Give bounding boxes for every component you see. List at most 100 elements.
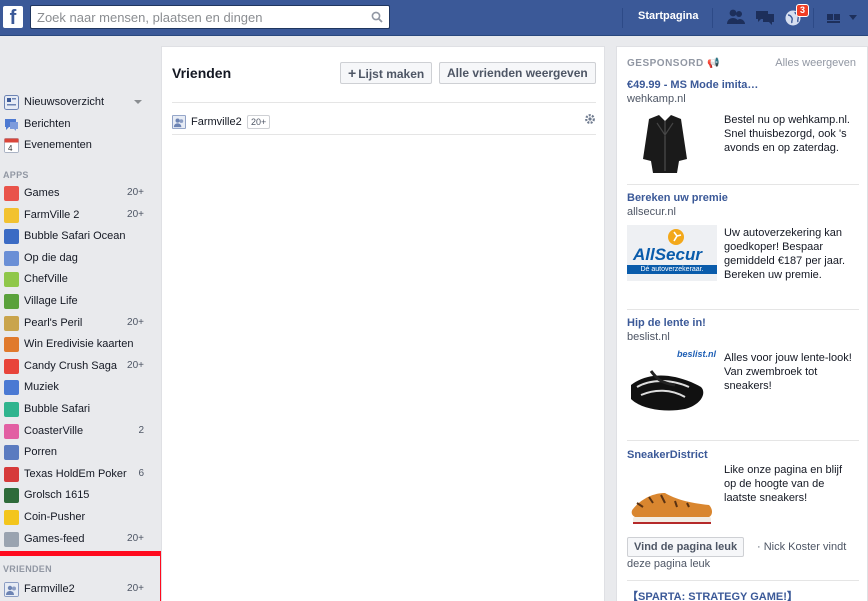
sidebar-app-item[interactable]: Porren [0,443,152,463]
app-icon [4,402,19,417]
view-all-friends-button[interactable]: Alle vrienden weergeven [439,62,596,84]
sidebar-app-item[interactable]: FarmVille 2 20+ [0,206,152,226]
ad-allsecur[interactable]: Bereken uw premie allsecur.nl AllSecur D… [627,192,859,281]
sidebar-item-label: Village Life [24,295,78,307]
ad-sneakerdistrict[interactable]: SneakerDistrict Like onze pagina en blij… [627,449,859,570]
sidebar-item-count: 6 [138,468,144,479]
topbar-divider [813,8,814,28]
ad-text: Alles voor jouw lente-look! Van zwembroe… [724,352,852,392]
sidebar-app-item[interactable]: ChefVille [0,270,152,290]
sidebar-item-label: Pearl's Peril [24,317,83,329]
sidebar-app-item[interactable]: Candy Crush Saga 20+ [0,357,152,377]
sidebar-item-label: Muziek [24,381,59,393]
sidebar-item-label: Games-feed [24,533,85,545]
ad-title[interactable]: 【SPARTA: STRATEGY GAME!】 [627,588,859,601]
friend-requests-icon[interactable] [726,8,746,26]
chevron-down-icon[interactable] [134,100,142,104]
ad-title[interactable]: SneakerDistrict [627,449,859,461]
search-icon[interactable] [371,11,383,23]
app-icon [4,424,19,439]
news-feed-icon [4,95,19,110]
sidebar-item-label: FarmVille 2 [24,209,80,221]
search-box[interactable] [30,5,390,29]
list-divider [172,134,596,135]
sidebar-app-item[interactable]: Coin-Pusher [0,508,152,528]
allsecur-logo-image[interactable]: AllSecur Dé autoverzekeraar. [627,225,717,281]
highlight-box [0,551,165,601]
ad-domain: beslist.nl [627,331,670,343]
runner-icon [668,229,684,245]
sidebar-item-count: 20+ [127,533,144,544]
megaphone-icon: 📢 [706,58,720,69]
top-bar: f Startpagina 3 [0,0,868,36]
sidebar-item-count: 20+ [127,360,144,371]
sidebar-item-label: Texas HoldEm Poker [24,468,127,480]
settings-caret-icon[interactable] [847,8,859,26]
sidebar-app-item[interactable]: Win Eredivisie kaarten [0,335,152,355]
ad-separator [627,440,859,441]
app-icon [4,208,19,223]
sponsored-column: GESPONSORD 📢 Alles weergeven €49.99 - MS… [616,46,868,601]
sidebar-app-item[interactable]: Grolsch 1615 [0,486,152,506]
friends-panel: Vrienden + Lijst maken Alle vrienden weer… [161,46,605,601]
allsecur-logo-text: AllSecur [633,245,702,264]
ad-title[interactable]: €49.99 - MS Mode imita… [627,79,859,91]
app-icon [4,186,19,201]
home-link[interactable]: Startpagina [638,10,699,22]
ad-domain: allsecur.nl [627,206,676,218]
app-icon [4,359,19,374]
facebook-logo[interactable]: f [3,6,23,29]
privacy-shortcuts-icon[interactable] [825,8,845,26]
ad-text: Like onze pagina en blijf op de hoogte v… [724,464,843,504]
sidebar-app-item[interactable]: Pearl's Peril 20+ [0,314,152,334]
sidebar-item-events[interactable]: 4 Evenementen [0,136,152,156]
sidebar-item-label: Grolsch 1615 [24,489,90,501]
sidebar-app-item[interactable]: Texas HoldEm Poker 6 [0,465,152,485]
sidebar-item-label: Evenementen [24,139,92,151]
sidebar-app-item[interactable]: Bubble Safari Ocean [0,227,152,247]
view-all-ads-link[interactable]: Alles weergeven [775,57,856,69]
topbar-divider [712,8,713,28]
notification-count-badge: 3 [796,4,810,17]
create-list-button[interactable]: + Lijst maken [340,62,433,84]
sneaker-image[interactable] [627,473,717,533]
messages-jewel-icon[interactable] [755,8,775,26]
sidebar-item-messages[interactable]: Berichten [0,115,152,135]
gear-icon[interactable] [584,113,596,125]
sidebar-app-item[interactable]: CoasterVille 2 [0,422,152,442]
plus-icon: + [348,65,357,81]
sidebar-app-item[interactable]: Op die dag [0,249,152,269]
sidebar-app-item[interactable]: Village Life [0,292,152,312]
sidebar-app-item[interactable]: Games 20+ [0,184,152,204]
ad-title[interactable]: Bereken uw premie [627,192,859,204]
sidebar-item-label: Porren [24,446,58,458]
sidebar-app-item[interactable]: Bubble Safari [0,400,152,420]
sidebar-item-label: Berichten [24,118,71,130]
messages-icon [5,119,18,131]
friend-list-icon [172,115,186,129]
leather-jacket-image[interactable] [627,113,717,175]
list-divider [172,102,596,103]
sidebar-item-label: Bubble Safari Ocean [24,230,126,242]
ad-wehkamp[interactable]: €49.99 - MS Mode imita… wehkamp.nl Beste… [627,79,859,173]
sidebar-item-count: 20+ [127,209,144,220]
ad-title[interactable]: Hip de lente in! [627,317,859,329]
friend-list-row[interactable]: Farmville2 20+ [172,113,596,135]
sidebar-app-item[interactable]: Muziek [0,378,152,398]
sidebar-app-item[interactable]: Games-feed 20+ [0,530,152,550]
sidebar-item-label: Win Eredivisie kaarten [24,338,134,350]
sidebar-item-count: 2 [138,425,144,436]
sponsored-header: GESPONSORD 📢 [627,58,720,69]
friend-list-name[interactable]: Farmville2 [191,116,242,128]
sidebar-item-label: Coin-Pusher [24,511,86,523]
ad-sparta[interactable]: 【SPARTA: STRATEGY GAME!】 [627,588,859,601]
app-icon [4,488,19,503]
ad-separator [627,580,859,581]
ad-beslist[interactable]: Hip de lente in! beslist.nl beslist.nl A… [627,317,859,411]
app-icon [4,380,19,395]
sidebar-item-news-feed[interactable]: Nieuwsoverzicht [0,93,152,113]
ad-separator [627,184,859,185]
search-input[interactable] [31,6,361,28]
ad-text: Bestel nu op wehkamp.nl. Snel thuisbezor… [724,114,850,154]
app-icon [4,229,19,244]
